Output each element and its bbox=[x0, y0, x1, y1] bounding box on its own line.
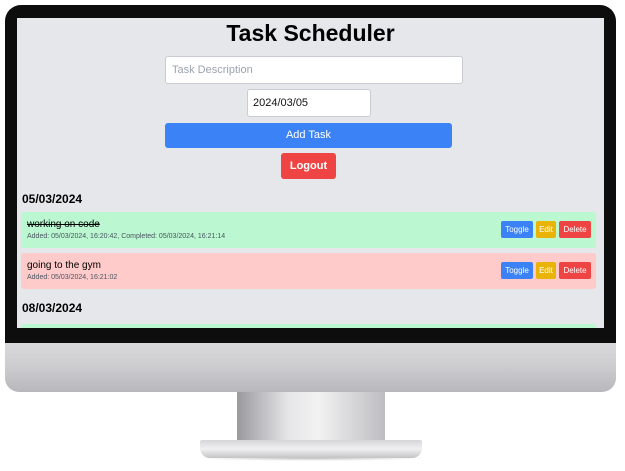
monitor-stand-neck bbox=[237, 392, 385, 444]
date-group-heading: 08/03/2024 bbox=[22, 301, 83, 315]
delete-button[interactable]: Delete bbox=[559, 221, 591, 238]
task-actions: Toggle Edit Delete bbox=[501, 262, 591, 279]
app-screen: Task Scheduler Add Task Logout 05/03/202… bbox=[17, 18, 604, 328]
monitor-scene: Task Scheduler Add Task Logout 05/03/202… bbox=[0, 0, 625, 471]
monitor-chin bbox=[5, 343, 616, 392]
logout-button[interactable]: Logout bbox=[281, 153, 336, 179]
task-timestamps: Added: 05/03/2024, 16:21:02 bbox=[27, 274, 118, 281]
page-title: Task Scheduler bbox=[226, 20, 395, 46]
date-group-heading: 05/03/2024 bbox=[22, 192, 83, 206]
task-timestamps: Added: 05/03/2024, 16:20:42, Completed: … bbox=[27, 233, 226, 240]
monitor-stand-base bbox=[200, 440, 422, 458]
task-item: working on code Added: 05/03/2024, 16:20… bbox=[21, 212, 596, 248]
task-actions: Toggle Edit Delete bbox=[501, 221, 591, 238]
task-item-partial bbox=[21, 324, 596, 328]
task-name: going to the gym bbox=[27, 260, 101, 271]
task-description-input[interactable] bbox=[165, 56, 463, 84]
edit-button[interactable]: Edit bbox=[536, 262, 556, 279]
task-item: going to the gym Added: 05/03/2024, 16:2… bbox=[21, 253, 596, 289]
task-date-input[interactable] bbox=[247, 89, 371, 117]
toggle-button[interactable]: Toggle bbox=[501, 262, 533, 279]
delete-button[interactable]: Delete bbox=[559, 262, 591, 279]
toggle-button[interactable]: Toggle bbox=[501, 221, 533, 238]
task-name: working on code bbox=[27, 219, 100, 230]
edit-button[interactable]: Edit bbox=[536, 221, 556, 238]
add-task-button[interactable]: Add Task bbox=[165, 123, 452, 148]
